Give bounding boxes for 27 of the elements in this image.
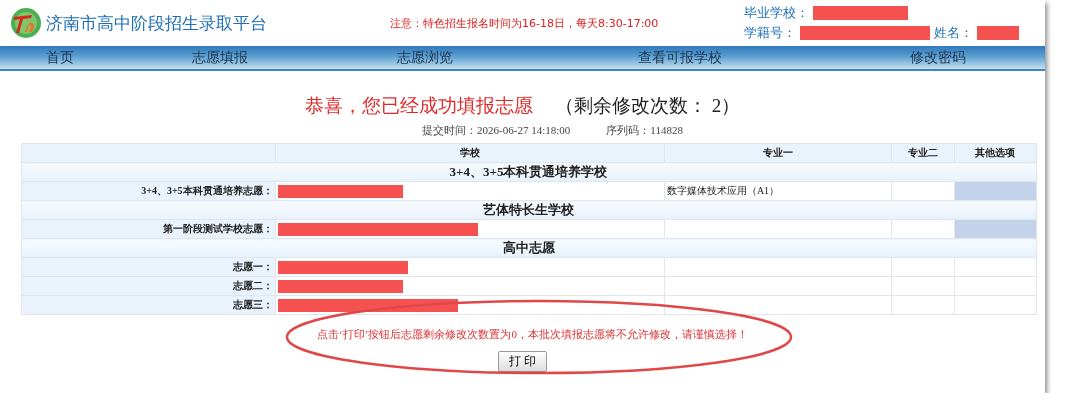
column-header: 专业一 — [664, 143, 892, 163]
print-button[interactable]: 打 印 — [497, 351, 548, 372]
nav-link[interactable]: 修改密码 — [830, 46, 1045, 69]
nav-link[interactable]: 志愿浏览 — [320, 46, 530, 69]
remaining-count: （剩余修改次数： 2） — [554, 94, 741, 118]
table-cell: 数字媒体技术应用（A1） — [664, 181, 892, 201]
nav-link[interactable]: 志愿填报 — [120, 46, 320, 69]
nav-link[interactable]: 首页 — [0, 46, 120, 69]
nav-link[interactable]: 查看可报学校 — [530, 46, 830, 69]
field-label: 学籍号： — [744, 24, 796, 42]
field-label: 姓名： — [934, 24, 973, 42]
column-header: 专业二 — [891, 143, 955, 163]
notice-text: 注意：特色招生报名时间为16-18日，每天8:30-17:00 — [390, 15, 660, 31]
logo-icon — [10, 7, 42, 39]
table-cell — [891, 219, 955, 239]
column-header: 其他选项 — [954, 143, 1036, 163]
success-heading: 恭喜，您已经成功填报志愿 — [304, 94, 533, 118]
table-cell — [891, 181, 955, 201]
field-label: 毕业学校： — [744, 4, 809, 22]
site-title: 济南市高中阶段招生录取平台 — [46, 12, 267, 35]
column-header: 学校 — [275, 143, 665, 163]
warning-text: 点击‘打印’按钮后志愿剩余修改次数置为0，本批次填报志愿将不允许修改，请谨慎选择！ — [316, 327, 748, 342]
submit-time: 提交时间：2026-06-27 14:18:00 — [422, 123, 571, 138]
table-cell — [891, 295, 955, 315]
serial-number: 序列码：114828 — [606, 123, 683, 138]
table-cell — [891, 257, 955, 277]
table-cell — [891, 276, 955, 296]
